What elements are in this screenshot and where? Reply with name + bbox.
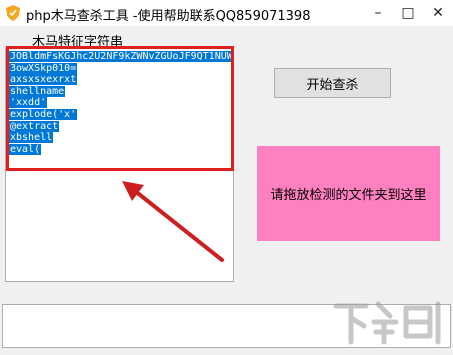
close-icon: ✕ [432, 5, 444, 21]
start-scan-button[interactable]: 开始查杀 [274, 68, 391, 98]
signature-line: @extract [9, 120, 60, 132]
signature-line: 3owXSkp010= [9, 62, 78, 74]
minimize-button[interactable]: – [363, 0, 393, 26]
annotation-arrow-icon [122, 181, 224, 262]
signature-line: 'xxdd' [9, 97, 48, 109]
close-button[interactable]: ✕ [423, 0, 453, 26]
signature-line: shellname [9, 85, 66, 97]
signature-line: axsxsxexrxt [9, 74, 78, 86]
title-bar: php木马查杀工具 -使用帮助联系QQ859071398 – □ ✕ [0, 0, 453, 26]
signature-line: JOBldmFsKGJhc2U2NF9kZWNvZGUoJF9QT1NUW [9, 51, 234, 62]
maximize-icon: □ [401, 5, 415, 21]
folder-drop-zone[interactable]: 请拖放检测的文件夹到这里 [257, 146, 440, 241]
signature-line: explode('x' [9, 108, 78, 120]
signatures-list: JOBldmFsKGJhc2U2NF9kZWNvZGUoJF9QT1NUW 3o… [9, 51, 234, 155]
shield-icon [6, 5, 20, 21]
maximize-button[interactable]: □ [393, 0, 423, 26]
window-title: php木马查杀工具 -使用帮助联系QQ859071398 [26, 9, 311, 24]
signature-line: eval( [9, 143, 42, 155]
signature-line: xbshell [9, 132, 54, 144]
watermark-logo [333, 301, 441, 345]
minimize-icon: – [374, 5, 382, 21]
drop-zone-label: 请拖放检测的文件夹到这里 [270, 188, 427, 203]
